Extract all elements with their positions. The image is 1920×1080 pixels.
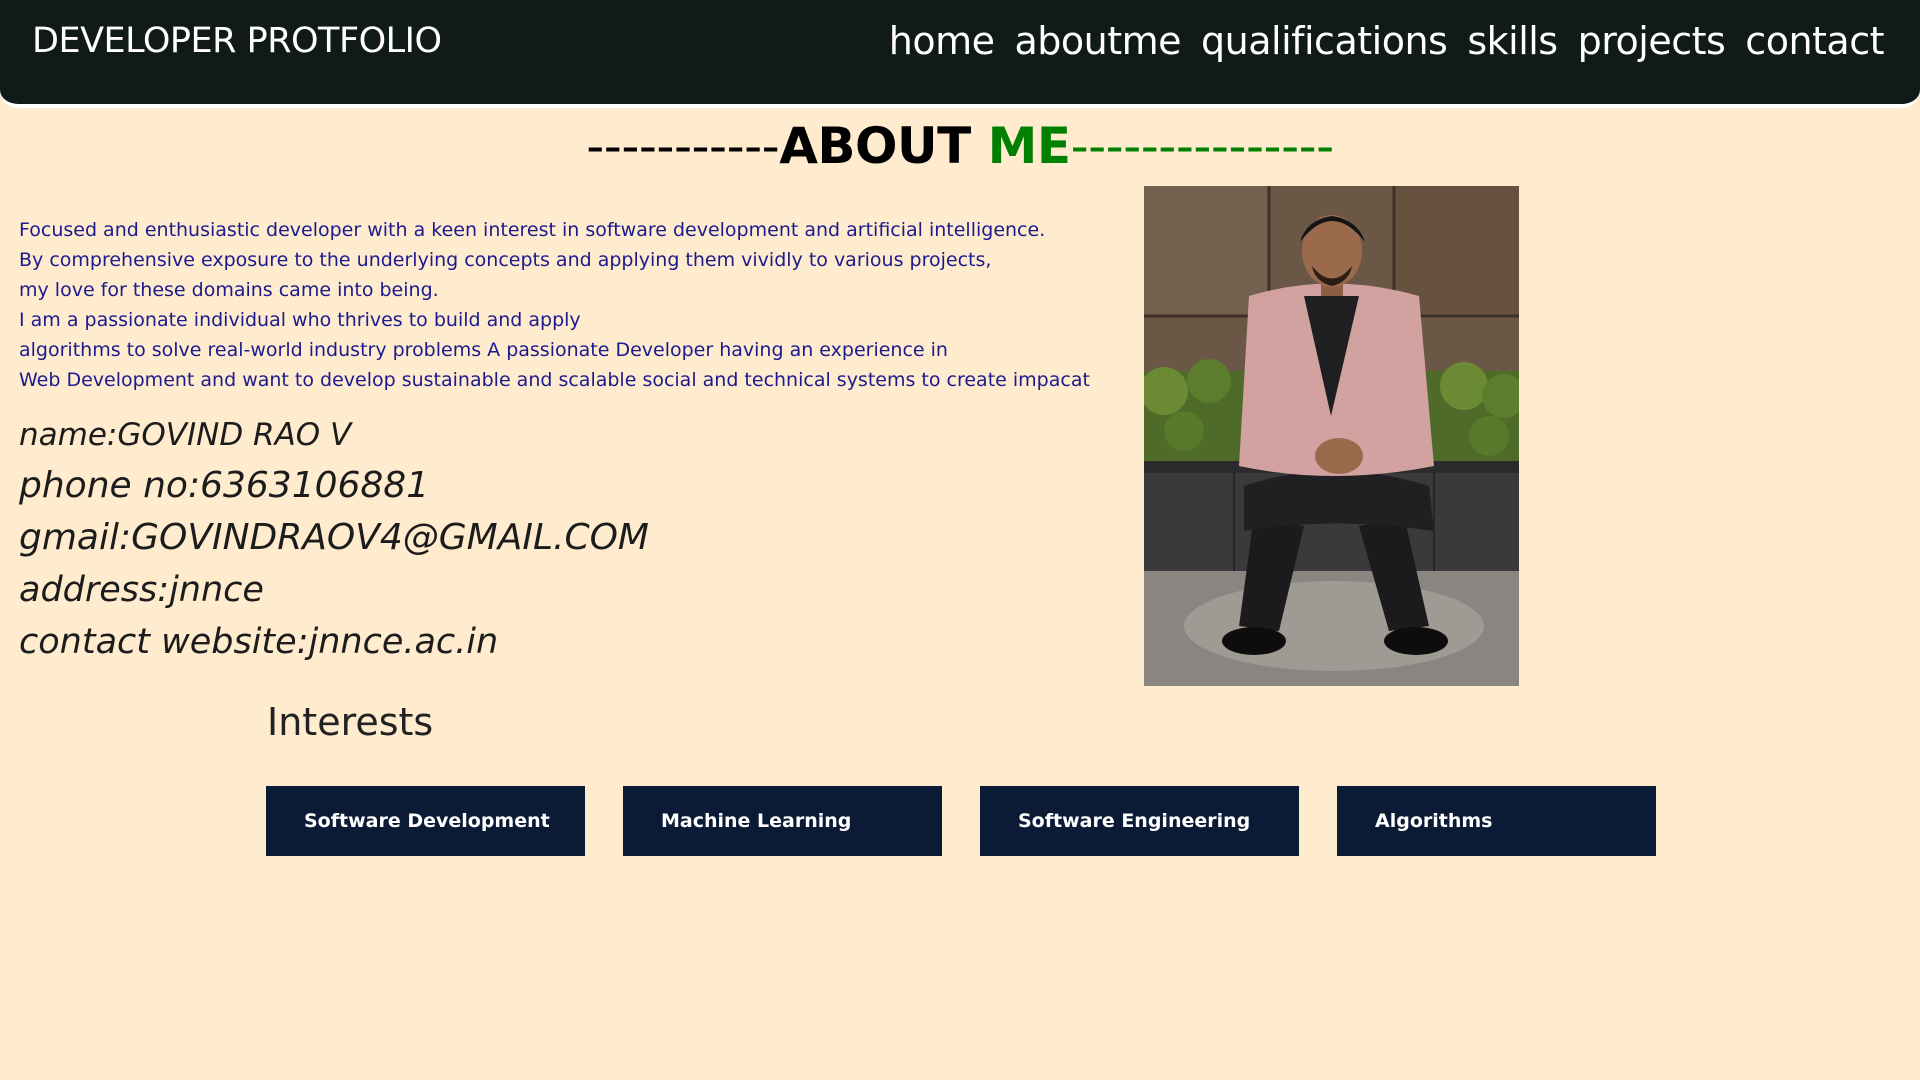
nav-link-skills[interactable]: skills bbox=[1467, 19, 1558, 63]
detail-website: contact website:jnnce.ac.in bbox=[19, 622, 499, 662]
interest-machine-learning: Machine Learning bbox=[623, 786, 942, 856]
intro-line: my love for these domains came into bein… bbox=[19, 279, 439, 301]
intro-line: I am a passionate individual who thrives… bbox=[19, 309, 581, 331]
intro-line: Focused and enthusiastic developer with … bbox=[19, 219, 1046, 241]
interests-list: Software Development Machine Learning So… bbox=[266, 786, 1656, 856]
interest-algorithms: Algorithms bbox=[1337, 786, 1656, 856]
detail-name: name:GOVIND RAO V bbox=[19, 417, 352, 453]
heading-about-word: ABOUT bbox=[779, 117, 988, 175]
intro-line: By comprehensive exposure to the underly… bbox=[19, 249, 992, 271]
nav-link-qualifications[interactable]: qualifications bbox=[1201, 19, 1448, 63]
heading-left-dashes: ----------- bbox=[586, 117, 780, 175]
detail-phone: phone no:6363106881 bbox=[19, 465, 430, 506]
interests-title: Interests bbox=[267, 700, 434, 744]
intro-line: algorithms to solve real-world industry … bbox=[19, 339, 948, 361]
nav-link-projects[interactable]: projects bbox=[1578, 19, 1726, 63]
brand-title: DEVELOPER PROTFOLIO bbox=[32, 21, 442, 61]
detail-gmail: gmail:GOVINDRAOV4@GMAIL.COM bbox=[19, 517, 649, 558]
detail-address: address:jnnce bbox=[19, 570, 264, 610]
intro-line: Web Development and want to develop sust… bbox=[19, 369, 1090, 391]
nav-link-contact[interactable]: contact bbox=[1745, 19, 1884, 63]
heading-me-word: ME bbox=[987, 117, 1071, 175]
heading-right-dashes: --------------- bbox=[1070, 117, 1335, 175]
about-heading: -----------ABOUT ME--------------- bbox=[0, 117, 1920, 175]
interest-software-engineering: Software Engineering bbox=[980, 786, 1299, 856]
profile-photo bbox=[1144, 186, 1519, 686]
nav-link-home[interactable]: home bbox=[889, 19, 995, 63]
nav-link-aboutme[interactable]: aboutme bbox=[1014, 19, 1181, 63]
contact-details: name:GOVIND RAO V phone no:6363106881 gm… bbox=[19, 410, 649, 668]
interest-software-development: Software Development bbox=[266, 786, 585, 856]
intro-paragraph: Focused and enthusiastic developer with … bbox=[19, 215, 1099, 395]
nav-links: home aboutme qualifications skills proje… bbox=[889, 19, 1885, 63]
navbar: DEVELOPER PROTFOLIO home aboutme qualifi… bbox=[0, 0, 1920, 108]
